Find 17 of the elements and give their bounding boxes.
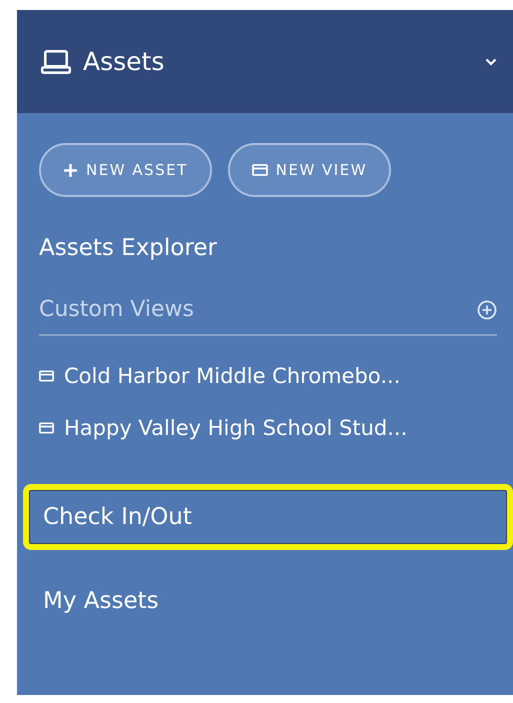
- nav-link[interactable]: Check In/Out: [23, 484, 513, 550]
- section-header[interactable]: Assets: [17, 10, 513, 113]
- plus-icon: [63, 162, 78, 178]
- custom-views-heading: Custom Views: [39, 297, 194, 322]
- nav-link[interactable]: My Assets: [23, 568, 513, 634]
- laptop-icon: [41, 48, 71, 74]
- custom-view-link[interactable]: Cold Harbor Middle Chromebo...: [39, 364, 513, 388]
- window-icon: [39, 422, 54, 434]
- new-asset-button[interactable]: NEW ASSET: [39, 143, 212, 197]
- window-icon: [39, 370, 54, 382]
- section-title: Assets: [83, 47, 166, 76]
- custom-view-link[interactable]: Happy Valley High School Stud...: [39, 416, 513, 440]
- add-circle-icon[interactable]: [477, 300, 497, 320]
- window-icon: [252, 164, 268, 176]
- chevron-icon: [485, 58, 497, 66]
- new-view-button[interactable]: NEW VIEW: [228, 143, 392, 197]
- explorer-link[interactable]: Assets Explorer: [39, 235, 513, 261]
